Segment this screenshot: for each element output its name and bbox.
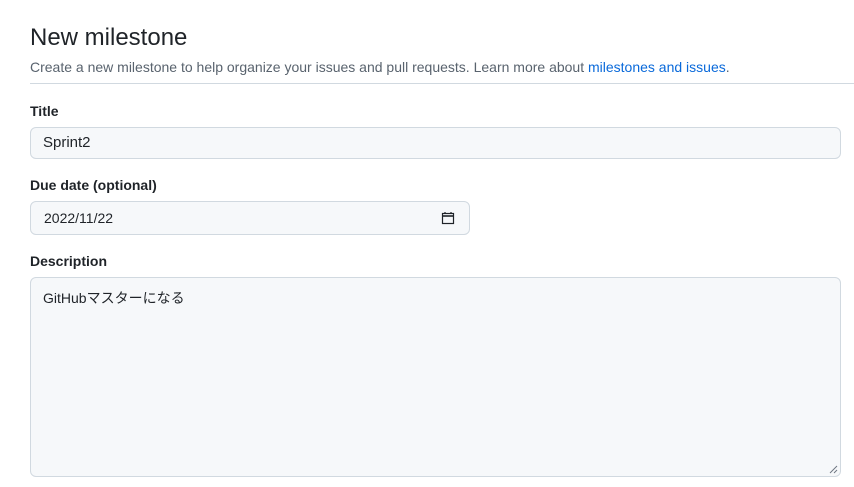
- new-milestone-page: New milestone Create a new milestone to …: [0, 0, 854, 487]
- description-value: GitHubマスターになる: [43, 290, 185, 306]
- title-label: Title: [30, 103, 59, 119]
- subtitle-text: Create a new milestone to help organize …: [30, 59, 588, 75]
- calendar-icon[interactable]: [441, 211, 455, 225]
- title-input[interactable]: Sprint2: [30, 127, 841, 159]
- milestones-and-issues-link[interactable]: milestones and issues: [588, 59, 726, 75]
- due-date-input[interactable]: 2022/11/22: [30, 201, 470, 235]
- page-subtitle: Create a new milestone to help organize …: [30, 57, 854, 77]
- due-date-value: 2022/11/22: [44, 210, 114, 226]
- header-divider: [30, 83, 854, 84]
- due-date-label: Due date (optional): [30, 177, 157, 193]
- title-input-value: Sprint2: [43, 134, 91, 151]
- resize-handle-icon[interactable]: [828, 464, 838, 474]
- description-label: Description: [30, 253, 108, 269]
- page-header: New milestone Create a new milestone to …: [30, 22, 854, 77]
- description-textarea[interactable]: GitHubマスターになる: [30, 277, 841, 477]
- page-title: New milestone: [30, 24, 188, 51]
- subtitle-end: .: [725, 59, 730, 75]
